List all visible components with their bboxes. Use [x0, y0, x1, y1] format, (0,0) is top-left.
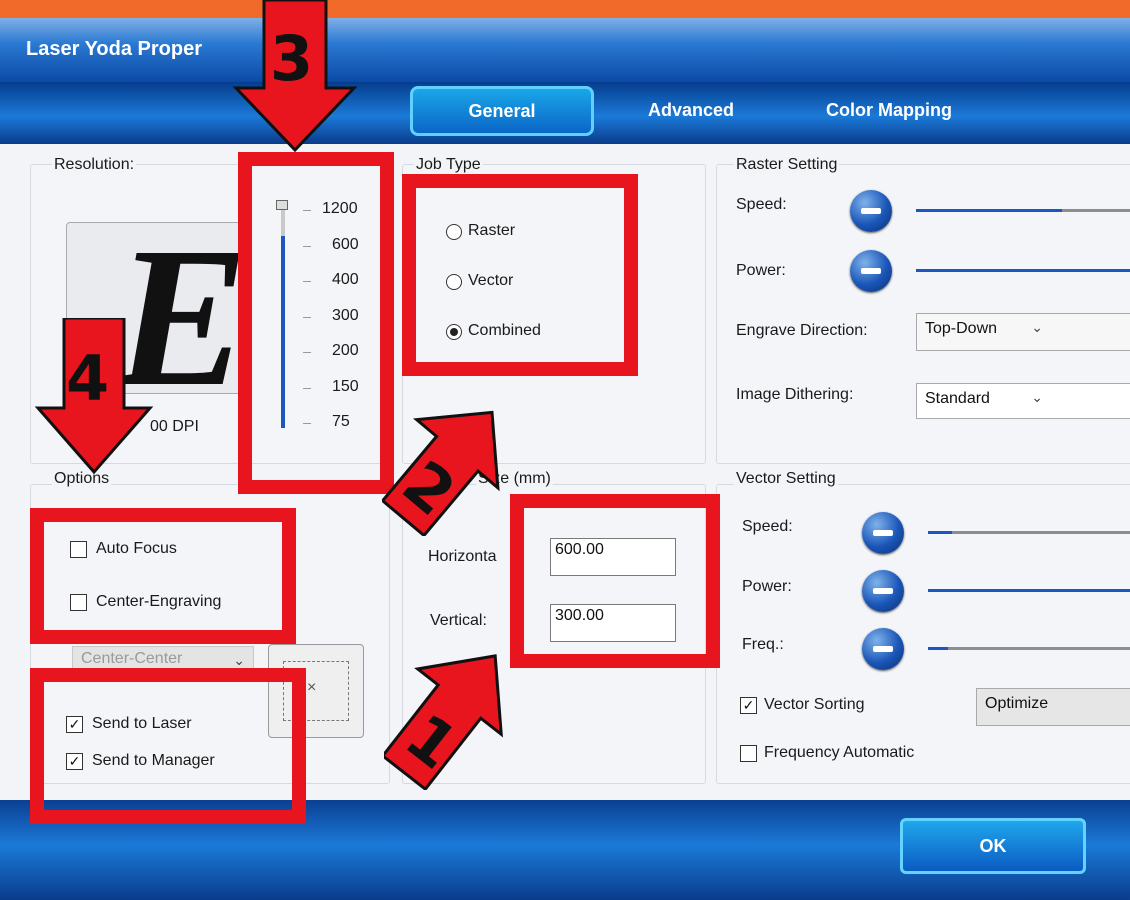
- raster-setting-label: Raster Setting: [734, 156, 840, 174]
- image-dithering-label: Image Dithering:: [736, 386, 854, 403]
- raster-power-label: Power:: [736, 262, 786, 279]
- frequency-automatic-label: Frequency Automatic: [764, 744, 915, 761]
- vector-power-slider[interactable]: [928, 589, 1130, 592]
- ok-button[interactable]: OK: [900, 818, 1086, 874]
- engrave-direction-label: Engrave Direction:: [736, 322, 868, 339]
- anchor-select-value: Center-Center: [81, 650, 183, 667]
- sorting-select[interactable]: Optimize: [976, 688, 1130, 726]
- image-dithering-select[interactable]: Standard ⌄: [916, 383, 1130, 419]
- tab-color-mapping[interactable]: Color Mapping: [826, 100, 952, 121]
- vector-setting-label: Vector Setting: [734, 470, 838, 488]
- frequency-automatic-checkbox[interactable]: [740, 745, 757, 762]
- job-type-label: Job Type: [414, 156, 483, 174]
- raster-speed-label: Speed:: [736, 196, 787, 213]
- chevron-down-icon: ⌄: [1031, 319, 1043, 335]
- raster-speed-minus-button[interactable]: [850, 190, 892, 232]
- vector-freq-slider[interactable]: [928, 647, 1130, 650]
- resolution-label: Resolution:: [52, 156, 137, 174]
- annotation-box-send: [30, 668, 306, 824]
- raster-speed-slider[interactable]: [916, 209, 1130, 212]
- vector-sorting-checkbox[interactable]: ✓: [740, 697, 757, 714]
- annotation-box-job-type: [402, 174, 638, 376]
- arrow-1-icon: 1: [384, 654, 503, 790]
- annotation-box-3: [238, 152, 394, 494]
- image-dithering-value: Standard: [925, 390, 990, 407]
- raster-speed-fill: [916, 209, 1062, 212]
- raster-power-fill: [916, 269, 1130, 272]
- tab-advanced[interactable]: Advanced: [648, 100, 734, 121]
- chevron-down-icon: ⌄: [233, 652, 245, 668]
- raster-power-slider[interactable]: [916, 269, 1130, 272]
- chevron-down-icon: ⌄: [1031, 389, 1043, 405]
- vector-sorting-label: Vector Sorting: [764, 696, 865, 713]
- vector-freq-label: Freq.:: [742, 636, 784, 653]
- window-title: Laser Yoda Proper: [26, 38, 202, 60]
- tab-general[interactable]: General: [410, 86, 594, 136]
- vector-speed-slider[interactable]: [928, 531, 1130, 534]
- annotation-box-options: [30, 508, 296, 644]
- vector-power-fill: [928, 589, 1130, 592]
- annotation-number-3: 3: [270, 22, 313, 95]
- annotation-box-size: [510, 494, 720, 668]
- raster-power-minus-button[interactable]: [850, 250, 892, 292]
- horizontal-label: Horizonta: [428, 548, 497, 565]
- vector-power-minus-button[interactable]: [862, 570, 904, 612]
- vector-freq-minus-button[interactable]: [862, 628, 904, 670]
- vector-freq-fill: [928, 647, 949, 650]
- vector-speed-fill: [928, 531, 953, 534]
- arrow-2-icon: 2: [382, 410, 500, 536]
- vector-speed-minus-button[interactable]: [862, 512, 904, 554]
- vector-speed-label: Speed:: [742, 518, 793, 535]
- annotation-number-4: 4: [66, 342, 109, 415]
- arrow-3-icon: 3: [232, 0, 358, 152]
- vertical-label: Vertical:: [430, 612, 487, 629]
- engrave-direction-value: Top-Down: [925, 320, 998, 337]
- vector-power-label: Power:: [742, 578, 792, 595]
- dpi-readout: 00 DPI: [150, 418, 199, 435]
- arrow-4-icon: 4: [34, 318, 154, 474]
- engrave-direction-select[interactable]: Top-Down ⌄: [916, 313, 1130, 351]
